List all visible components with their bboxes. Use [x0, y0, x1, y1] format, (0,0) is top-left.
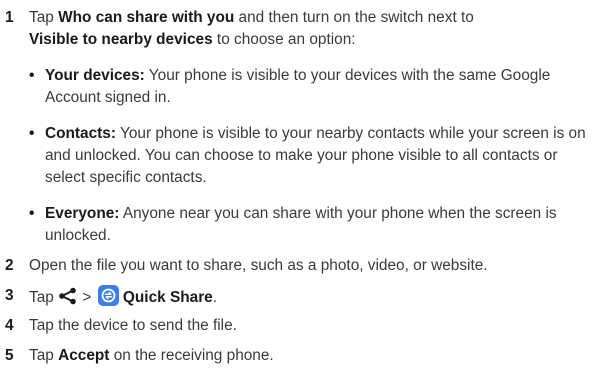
visible-to-nearby-label: Visible to nearby devices	[29, 31, 213, 48]
step-text-part: to choose an option:	[212, 31, 356, 48]
step-text-part: Tap	[29, 289, 59, 306]
step-number: 1	[5, 9, 14, 26]
instructions-page: 1 Tap Who can share with you and then tu…	[0, 0, 602, 369]
bullet-title: Everyone:	[45, 205, 120, 222]
step-text: Tap > Quick Share.	[29, 285, 598, 309]
bullet-title: Contacts:	[45, 125, 116, 142]
bullet-text: Your devices: Your phone is visible to y…	[45, 65, 600, 109]
step-text: Open the file you want to share, such as…	[29, 257, 488, 274]
quick-share-icon	[97, 285, 119, 306]
step-text-part: .	[212, 289, 218, 306]
who-can-share-label: Who can share with you	[58, 9, 235, 26]
step-number: 2	[5, 257, 14, 274]
bullet-title: Your devices:	[45, 67, 145, 84]
step-text-part: on the receiving phone.	[109, 347, 274, 364]
bullet-body: Your phone is visible to your nearby con…	[45, 125, 586, 186]
share-icon	[59, 287, 76, 305]
bullet-dot: •	[29, 67, 35, 84]
step-text: Tap the device to send the file.	[29, 317, 237, 334]
bullet-body: Anyone near you can share with your phon…	[45, 205, 557, 244]
step-text: Tap Accept on the receiving phone.	[29, 345, 598, 367]
bullet-text: Everyone: Anyone near you can share with…	[45, 203, 600, 247]
step-number: 5	[5, 347, 14, 364]
bullet-dot: •	[29, 205, 35, 222]
step-text-part: Tap	[29, 9, 59, 26]
bullet-dot: •	[29, 125, 35, 142]
bullet-text: Contacts: Your phone is visible to your …	[45, 123, 600, 189]
quick-share-label: Quick Share	[122, 289, 213, 306]
step-number: 3	[5, 287, 14, 304]
accept-label: Accept	[58, 347, 110, 364]
step-text-part: >	[78, 289, 96, 306]
step-text-part: Tap	[29, 347, 59, 364]
step-text-part: and then turn on the switch next to	[234, 9, 474, 26]
step-text: Tap Who can share with you and then turn…	[29, 7, 598, 51]
step-number: 4	[5, 317, 14, 334]
